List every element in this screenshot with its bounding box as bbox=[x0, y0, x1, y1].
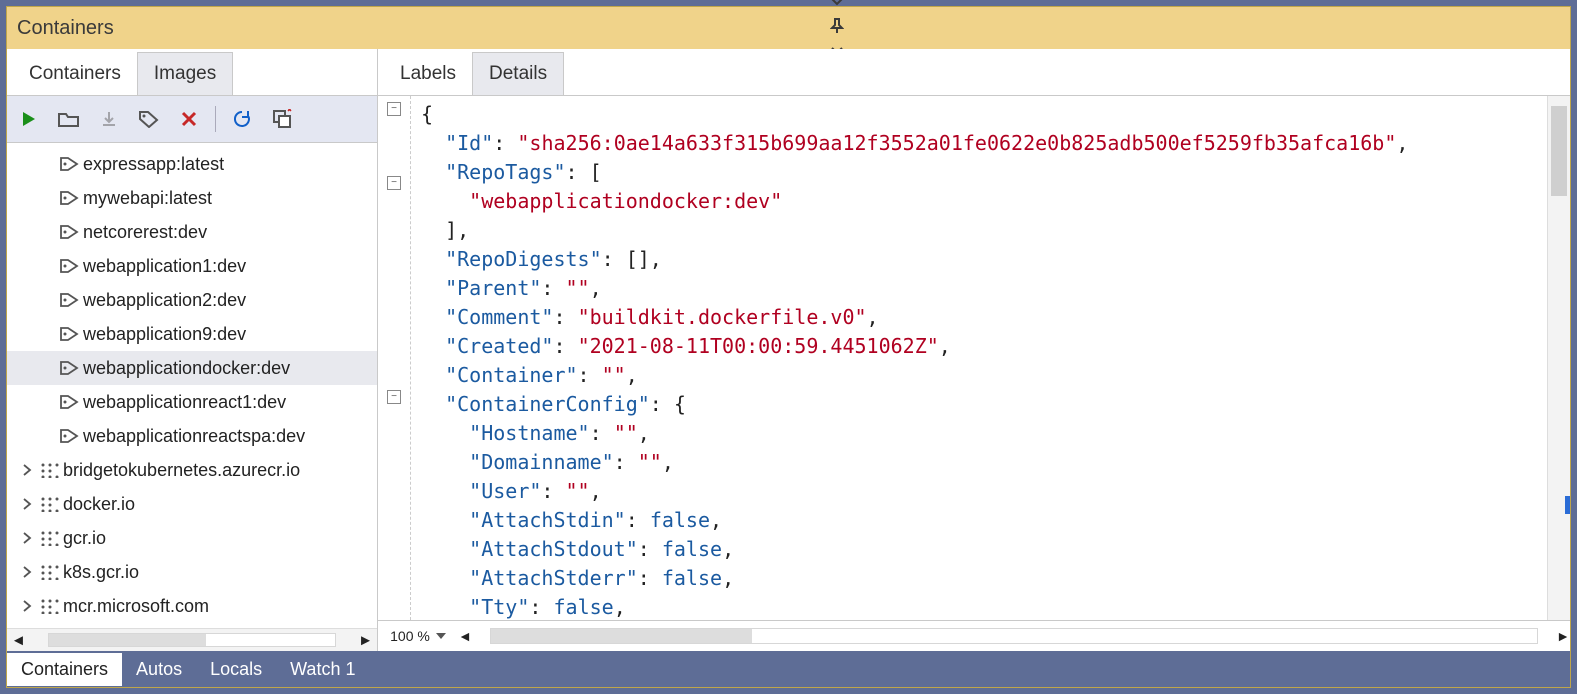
expand-icon[interactable] bbox=[17, 464, 37, 476]
right-tabstrip: LabelsDetails bbox=[378, 49, 1570, 95]
editor-vertical-scrollbar[interactable] bbox=[1547, 96, 1570, 620]
expand-icon[interactable] bbox=[17, 532, 37, 544]
open-button[interactable] bbox=[55, 105, 83, 133]
registry-item[interactable]: bridgetokubernetes.azurecr.io bbox=[7, 453, 377, 487]
image-item[interactable]: webapplicationreactspa:dev bbox=[7, 419, 377, 453]
scroll-marker bbox=[1565, 496, 1570, 514]
item-label: webapplicationreact1:dev bbox=[83, 392, 286, 413]
left-panel: ContainersImages bbox=[7, 49, 378, 651]
left-tabstrip: ContainersImages bbox=[7, 49, 377, 95]
fold-toggle[interactable]: − bbox=[387, 176, 401, 190]
chevron-down-icon bbox=[436, 633, 446, 639]
tag-icon bbox=[57, 190, 83, 206]
fold-toggle[interactable]: − bbox=[387, 390, 401, 404]
editor-horizontal-scrollbar[interactable] bbox=[490, 628, 1538, 644]
item-label: mcr.microsoft.com bbox=[63, 596, 209, 617]
scrollbar-thumb[interactable] bbox=[1551, 106, 1567, 196]
registry-item[interactable]: docker.io bbox=[7, 487, 377, 521]
tag-icon bbox=[57, 224, 83, 240]
zoom-dropdown[interactable]: 100 % bbox=[378, 628, 458, 644]
tab-images[interactable]: Images bbox=[137, 52, 233, 95]
download-button[interactable] bbox=[95, 105, 123, 133]
image-item[interactable]: webapplication2:dev bbox=[7, 283, 377, 317]
tab-containers[interactable]: Containers bbox=[13, 53, 137, 95]
tag-icon bbox=[57, 326, 83, 342]
image-item[interactable]: webapplication1:dev bbox=[7, 249, 377, 283]
expand-icon[interactable] bbox=[17, 600, 37, 612]
editor-footer: 100 % ◄ ► bbox=[378, 620, 1570, 651]
image-tree: expressapp:latest mywebapi:latest netcorer… bbox=[7, 143, 377, 627]
tag-icon bbox=[57, 258, 83, 274]
registry-icon bbox=[37, 598, 63, 614]
registry-item[interactable]: gcr.io bbox=[7, 521, 377, 555]
item-label: docker.io bbox=[63, 494, 135, 515]
image-item[interactable]: webapplication9:dev bbox=[7, 317, 377, 351]
scrollbar-thumb[interactable] bbox=[491, 629, 753, 643]
expand-icon[interactable] bbox=[17, 566, 37, 578]
item-label: gcr.io bbox=[63, 528, 106, 549]
tag-icon bbox=[57, 292, 83, 308]
tag-icon bbox=[57, 428, 83, 444]
tag-icon bbox=[57, 360, 83, 376]
registry-item[interactable]: mcr.microsoft.com bbox=[7, 589, 377, 623]
item-label: webapplication9:dev bbox=[83, 324, 246, 345]
registry-icon bbox=[37, 462, 63, 478]
item-label: webapplicationdocker:dev bbox=[83, 358, 290, 379]
image-item[interactable]: netcorerest:dev bbox=[7, 215, 377, 249]
registry-icon bbox=[37, 496, 63, 512]
tag-icon bbox=[57, 156, 83, 172]
fold-toggle[interactable]: − bbox=[387, 102, 401, 116]
delete-button[interactable] bbox=[175, 105, 203, 133]
content-area: ContainersImages bbox=[7, 49, 1570, 651]
item-label: webapplication2:dev bbox=[83, 290, 246, 311]
window-title: Containers bbox=[17, 17, 114, 40]
json-editor: − − − { "Id": "sha256:0ae14a633f315b699a… bbox=[378, 95, 1570, 620]
image-item[interactable]: mywebapi:latest bbox=[7, 181, 377, 215]
item-label: netcorerest:dev bbox=[83, 222, 207, 243]
item-label: bridgetokubernetes.azurecr.io bbox=[63, 460, 300, 481]
item-label: webapplication1:dev bbox=[83, 256, 246, 277]
bottom-tab-containers[interactable]: Containers bbox=[7, 653, 122, 686]
bottom-tab-watch-1[interactable]: Watch 1 bbox=[276, 653, 369, 686]
toolbar-separator bbox=[215, 106, 216, 132]
bottom-tab-locals[interactable]: Locals bbox=[196, 653, 276, 686]
expand-icon[interactable] bbox=[17, 498, 37, 510]
registry-icon bbox=[37, 564, 63, 580]
pin-icon[interactable] bbox=[830, 18, 844, 34]
bottom-tab-autos[interactable]: Autos bbox=[122, 653, 196, 686]
copy-button[interactable] bbox=[268, 105, 296, 133]
tab-details[interactable]: Details bbox=[472, 52, 564, 95]
tag-icon bbox=[57, 394, 83, 410]
scrollbar-track[interactable] bbox=[48, 633, 336, 647]
titlebar: Containers bbox=[7, 7, 1570, 49]
containers-tool-window: Containers ContainersImages bbox=[6, 6, 1571, 688]
json-code-view[interactable]: { "Id": "sha256:0ae14a633f315b699aa12f35… bbox=[411, 96, 1547, 620]
refresh-button[interactable] bbox=[228, 105, 256, 133]
item-label: k8s.gcr.io bbox=[63, 562, 139, 583]
scrollbar-thumb[interactable] bbox=[49, 634, 206, 646]
item-label: expressapp:latest bbox=[83, 154, 224, 175]
right-panel: LabelsDetails − − − { "Id": "sha256:0ae1… bbox=[378, 49, 1570, 651]
image-item[interactable]: expressapp:latest bbox=[7, 147, 377, 181]
tab-labels[interactable]: Labels bbox=[384, 53, 472, 95]
bottom-tabstrip: ContainersAutosLocalsWatch 1 bbox=[7, 651, 1570, 687]
image-tree-scroll[interactable]: expressapp:latest mywebapi:latest netcorer… bbox=[7, 143, 377, 628]
left-horizontal-scrollbar[interactable]: ◄ ► bbox=[7, 628, 377, 651]
registry-item[interactable]: k8s.gcr.io bbox=[7, 555, 377, 589]
registry-icon bbox=[37, 530, 63, 546]
item-label: mywebapi:latest bbox=[83, 188, 212, 209]
window-options-icon[interactable] bbox=[830, 0, 844, 6]
image-item[interactable]: webapplicationreact1:dev bbox=[7, 385, 377, 419]
zoom-value: 100 % bbox=[390, 628, 430, 644]
item-label: webapplicationreactspa:dev bbox=[83, 426, 305, 447]
fold-gutter[interactable]: − − − bbox=[378, 96, 411, 620]
run-button[interactable] bbox=[15, 105, 43, 133]
image-toolbar bbox=[7, 95, 377, 143]
image-item[interactable]: webapplicationdocker:dev bbox=[7, 351, 377, 385]
tag-button[interactable] bbox=[135, 105, 163, 133]
